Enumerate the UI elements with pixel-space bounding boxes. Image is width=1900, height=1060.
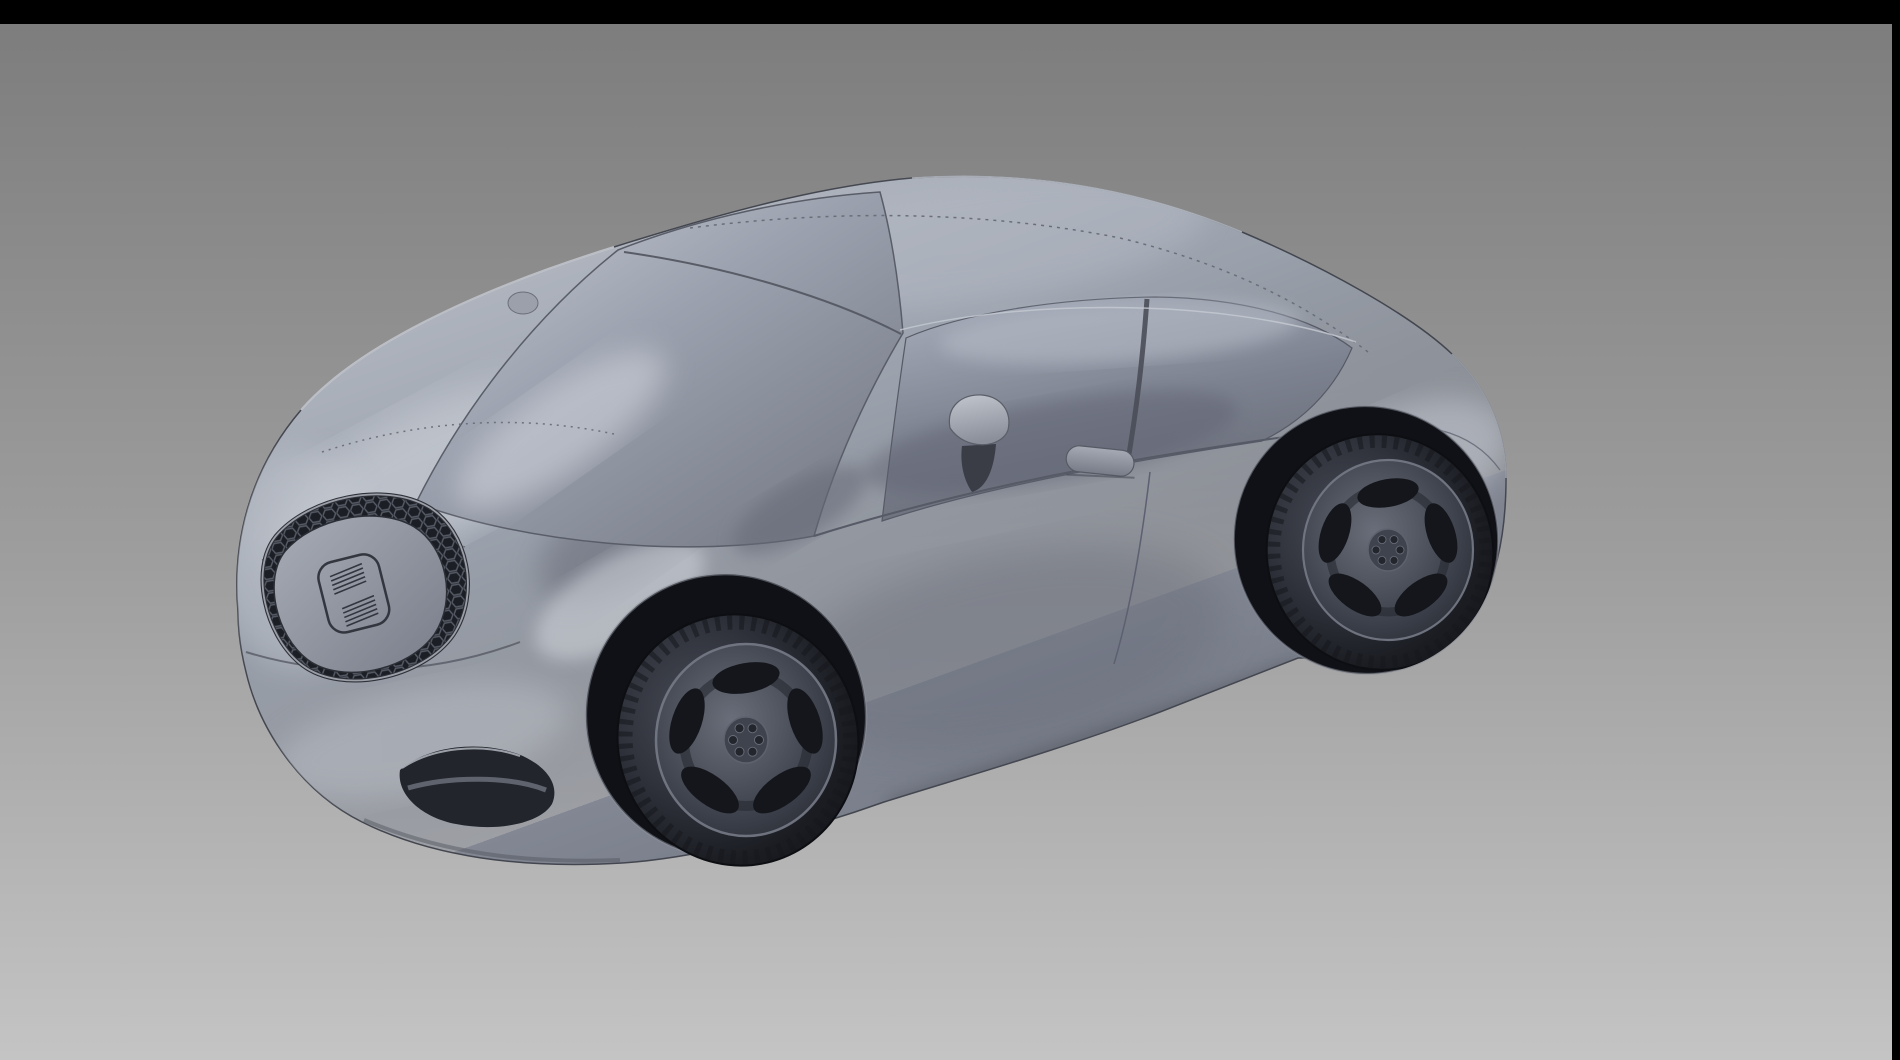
- cowl-knob: [508, 292, 538, 314]
- application-window: [0, 0, 1900, 1060]
- car-model: [220, 147, 1529, 895]
- car-3d-render: [0, 0, 1900, 1060]
- 3d-viewport[interactable]: [0, 24, 1892, 1060]
- window-right-strip: [1892, 0, 1900, 1060]
- mirror-body: [949, 395, 1008, 445]
- window-top-bar: [0, 0, 1900, 24]
